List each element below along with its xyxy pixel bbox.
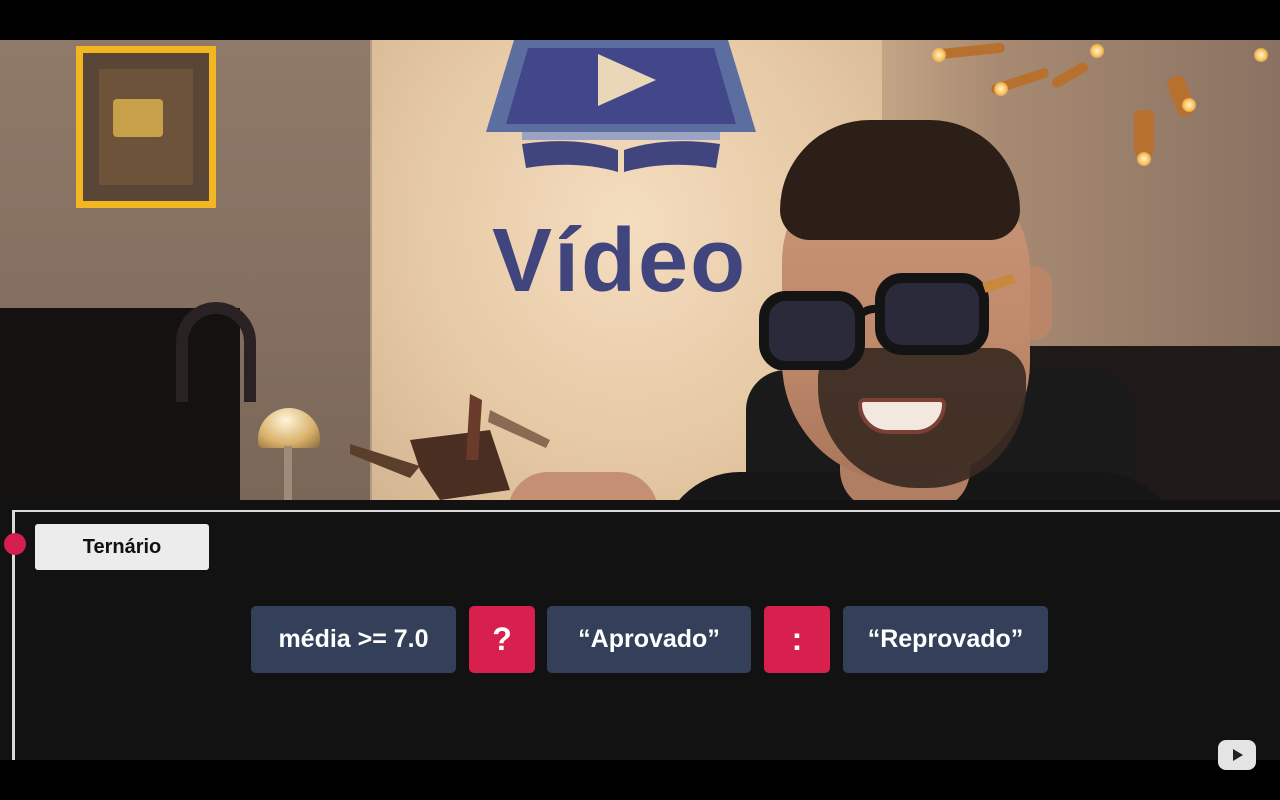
record-dot-icon bbox=[4, 533, 26, 555]
glasses-icon bbox=[759, 273, 1016, 370]
gold-picture-frame bbox=[76, 46, 216, 208]
lamp-pole bbox=[284, 446, 292, 500]
light-bulb bbox=[1254, 48, 1268, 62]
panel-title: Ternário bbox=[35, 524, 209, 570]
presenter bbox=[500, 80, 1200, 500]
presenter-hair bbox=[780, 120, 1020, 240]
presenter-hand bbox=[508, 472, 658, 500]
presenter-mouth bbox=[858, 398, 946, 434]
panel-border-top bbox=[14, 510, 1280, 512]
light-bulb bbox=[932, 48, 946, 62]
video-frame[interactable]: Vídeo Ternário média >= 7.0 ? “Aprovado”… bbox=[0, 0, 1280, 800]
false-value-chip: “Reprovado” bbox=[843, 606, 1048, 673]
video-scene[interactable]: Vídeo bbox=[0, 40, 1280, 500]
code-panel: Ternário média >= 7.0 ? “Aprovado” : “Re… bbox=[0, 500, 1280, 760]
question-operator-chip: ? bbox=[469, 606, 535, 673]
colon-operator-chip: : bbox=[764, 606, 830, 673]
condition-chip: média >= 7.0 bbox=[251, 606, 456, 673]
light-bulb bbox=[1090, 44, 1104, 58]
headphones bbox=[176, 302, 256, 402]
true-value-chip: “Aprovado” bbox=[547, 606, 751, 673]
play-triangle-icon bbox=[1233, 749, 1243, 761]
bottom-bar bbox=[0, 760, 1280, 800]
play-button-plaque bbox=[113, 99, 163, 137]
video-player-icon[interactable] bbox=[1218, 740, 1256, 770]
